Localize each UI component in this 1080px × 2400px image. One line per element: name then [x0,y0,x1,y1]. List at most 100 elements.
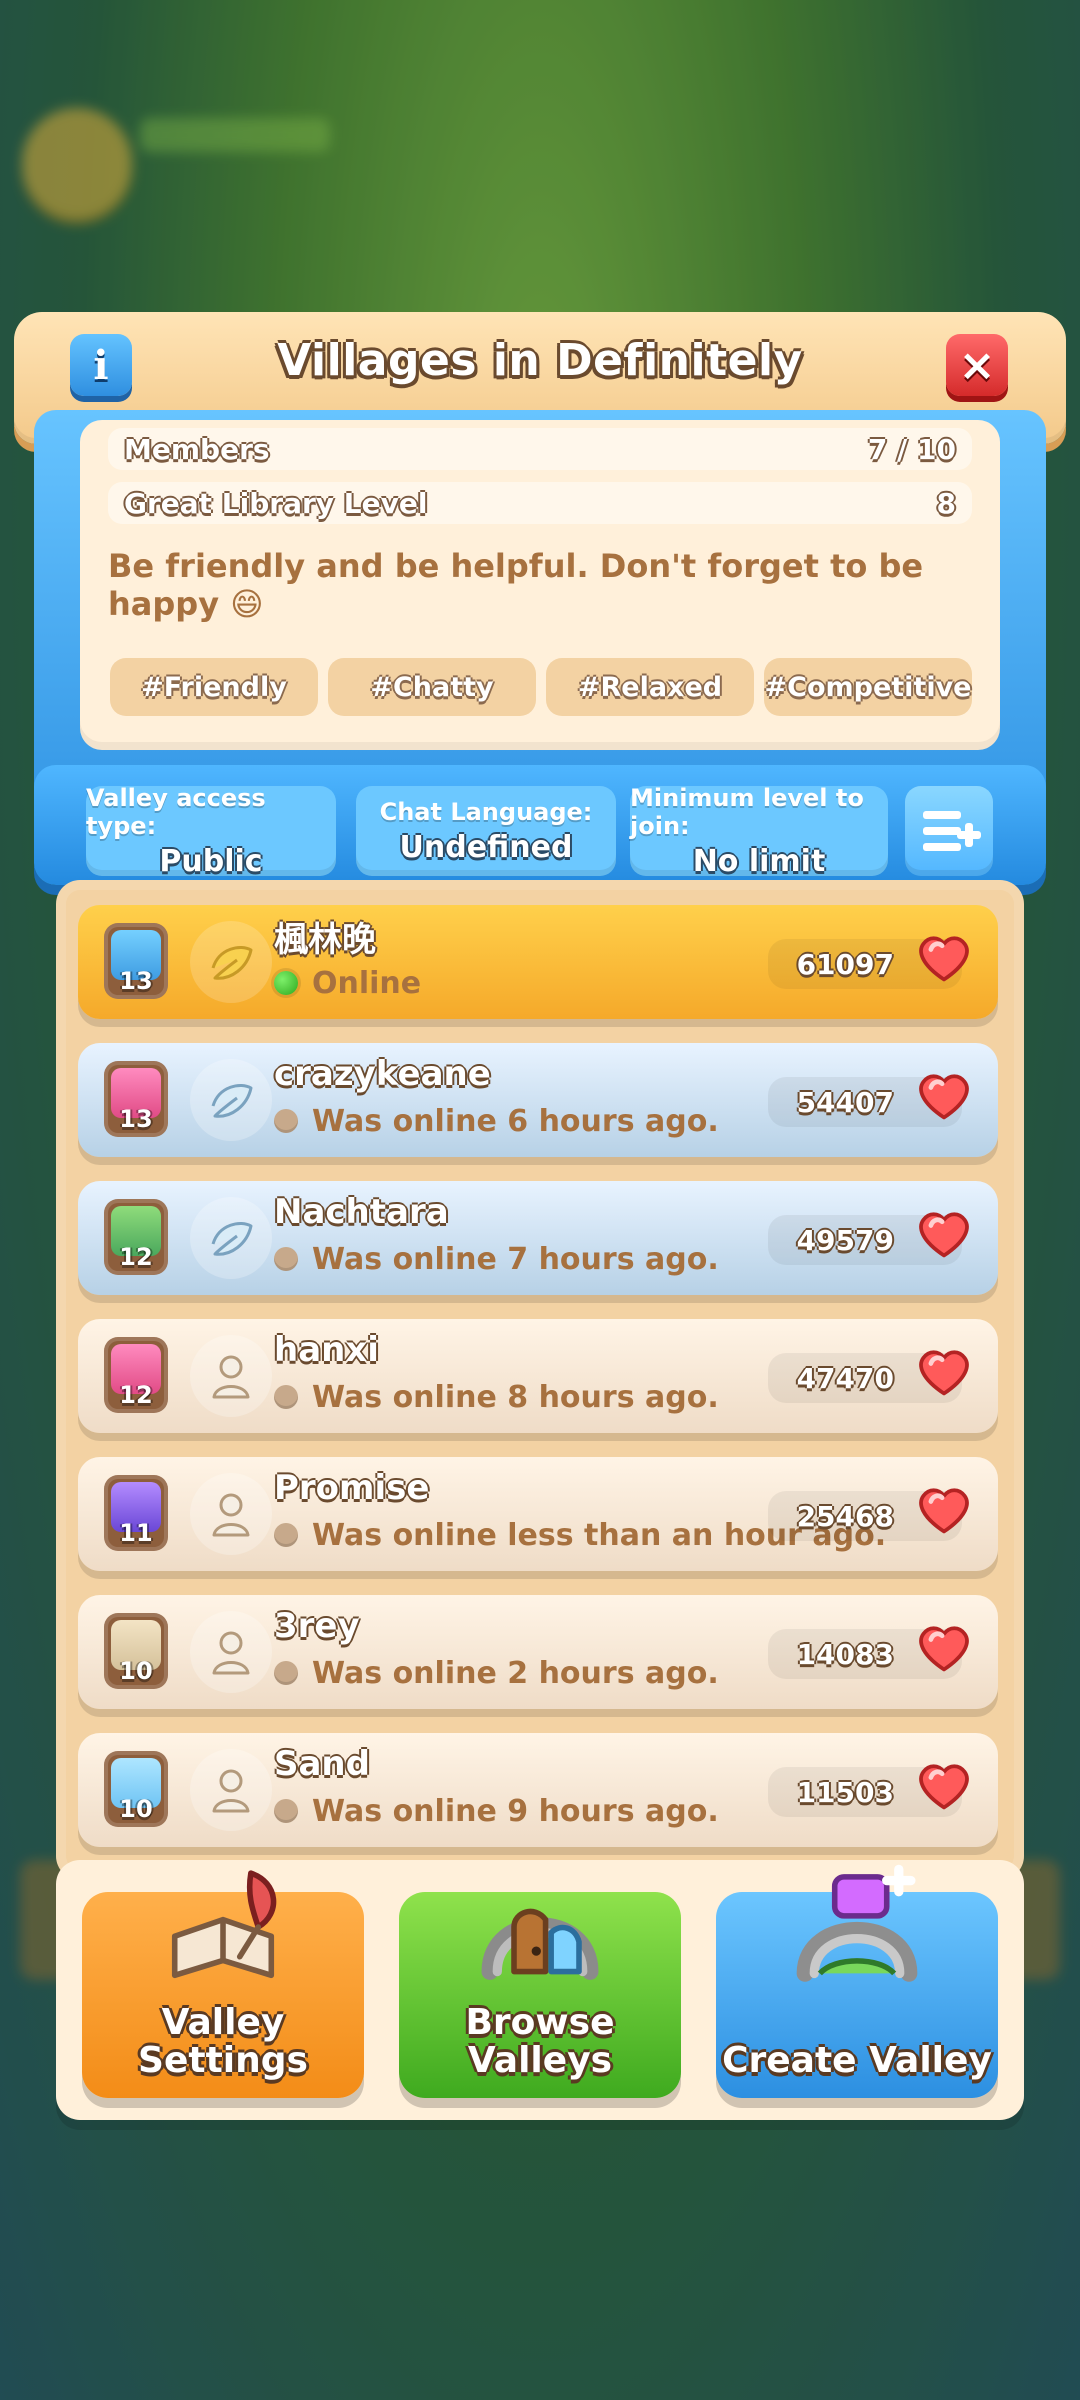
members-row: Members 7 / 10 [108,428,972,470]
member-status-text: Was online 7 hours ago. [312,1241,719,1277]
offline-status-icon [274,1523,298,1547]
online-status-icon [274,971,298,995]
villages-dialog: i Villages in Definitely × Members 7 / 1… [0,0,1080,2400]
member-status-text: Was online 2 hours ago. [312,1655,719,1691]
level-number: 10 [119,1657,153,1685]
officer-leaf-icon [190,1059,272,1141]
member-status-text: Online [312,965,422,1001]
info-icon: i [93,341,109,389]
offline-status-icon [274,1385,298,1409]
member-status: Was online 6 hours ago. [274,1101,719,1141]
officer-leaf-icon [190,1197,272,1279]
create-portal-icon [796,1864,918,1982]
info-button[interactable]: i [70,334,132,396]
heart-icon [919,1626,969,1672]
member-person-icon [190,1473,272,1555]
close-icon: × [958,339,996,391]
member-name: Sand [274,1744,370,1784]
library-level-label: Great Library Level [124,486,428,520]
member-name: hanxi [274,1330,379,1370]
member-row[interactable]: 13 楓林晚 Online 61097 [78,905,998,1019]
member-status: Was online 9 hours ago. [274,1791,719,1831]
member-score-value: 61097 [796,947,894,981]
access-type-value: Public [159,843,263,879]
member-row[interactable]: 10 Sand Was online 9 hours ago. 11503 [78,1733,998,1847]
level-number: 10 [119,1795,153,1823]
member-row[interactable]: 11 Promise Was online less than an hour … [78,1457,998,1571]
minimum-level-label: Minimum level to join: [630,783,864,840]
tag-relaxed: #Relaxed [546,658,754,716]
book-quill-icon [171,1870,277,1979]
portal-door-icon [481,1908,599,1980]
level-badge: 11 [104,1475,168,1551]
close-button[interactable]: × [946,334,1008,396]
level-number: 13 [119,967,153,995]
heart-icon [919,1350,969,1396]
valley-settings-label: Valley Settings [138,2002,308,2082]
member-row[interactable]: 13 crazykeane Was online 6 hours ago. 54… [78,1043,998,1157]
member-score-value: 14083 [796,1637,894,1671]
tag-friendly: #Friendly [110,658,318,716]
level-number: 12 [119,1381,153,1409]
member-name: Promise [274,1468,430,1508]
minimum-level-value: No limit [692,843,826,879]
members-label: Members [124,432,270,466]
offline-status-icon [274,1799,298,1823]
valley-tags: #Friendly #Chatty #Relaxed #Competitive [110,658,972,716]
chat-language-label: Chat Language: [379,797,593,826]
member-person-icon [190,1335,272,1417]
member-person-icon [190,1611,272,1693]
browse-valleys-label: Browse Valleys [465,2002,615,2082]
member-person-icon [190,1749,272,1831]
create-valley-label: Create Valley [722,2040,992,2082]
leader-leaf-icon [190,921,272,1003]
member-name: 3rey [274,1606,360,1646]
library-level-row: Great Library Level 8 [108,482,972,524]
level-badge: 13 [104,923,168,999]
member-name: crazykeane [274,1054,491,1094]
access-type-card: Valley access type: Public [86,783,336,879]
browse-valleys-button[interactable]: Browse Valleys [399,1892,681,2098]
member-score-value: 47470 [796,1361,894,1395]
valley-settings-button[interactable]: Valley Settings [82,1870,364,2098]
member-name: Nachtara [274,1192,449,1232]
member-status: Was online 2 hours ago. [274,1653,719,1693]
member-status: Was online 7 hours ago. [274,1239,719,1279]
heart-icon [919,1764,969,1810]
level-badge: 12 [104,1337,168,1413]
member-row[interactable]: 12 hanxi Was online 8 hours ago. 47470 [78,1319,998,1433]
member-status-text: Was online 8 hours ago. [312,1379,719,1415]
level-number: 13 [119,1105,153,1133]
level-badge: 13 [104,1061,168,1137]
member-name: 楓林晚 [274,919,376,960]
valley-motto: Be friendly and be helpful. Don't forget… [108,547,924,623]
member-row[interactable]: 12 Nachtara Was online 7 hours ago. 4957… [78,1181,998,1295]
heart-icon [919,936,969,982]
create-valley-button[interactable]: Create Valley [716,1864,998,2098]
filter-button[interactable] [905,786,993,876]
tag-chatty: #Chatty [328,658,536,716]
level-badge: 10 [104,1613,168,1689]
filter-icon [923,811,981,851]
level-badge: 12 [104,1199,168,1275]
member-score-value: 25468 [796,1499,894,1533]
member-score-value: 11503 [796,1775,894,1809]
members-value: 7 / 10 [867,432,956,466]
minimum-level-card: Minimum level to join: No limit [630,783,888,879]
tag-competitive: #Competitive [764,658,972,716]
chat-language-card: Chat Language: Undefined [356,786,616,876]
heart-icon [919,1074,969,1120]
member-status: Online [274,963,421,1003]
member-status-text: Was online 6 hours ago. [312,1103,719,1139]
access-type-label: Valley access type: [86,783,266,840]
heart-icon [919,1212,969,1258]
heart-icon [919,1488,969,1534]
offline-status-icon [274,1661,298,1685]
level-number: 11 [119,1519,153,1547]
member-status-text: Was online 9 hours ago. [312,1793,719,1829]
dialog-title: Villages in Definitely [277,334,803,386]
offline-status-icon [274,1247,298,1271]
chat-language-value: Undefined [399,829,573,865]
member-row[interactable]: 10 3rey Was online 2 hours ago. 14083 [78,1595,998,1709]
library-level-value: 8 [936,486,956,520]
